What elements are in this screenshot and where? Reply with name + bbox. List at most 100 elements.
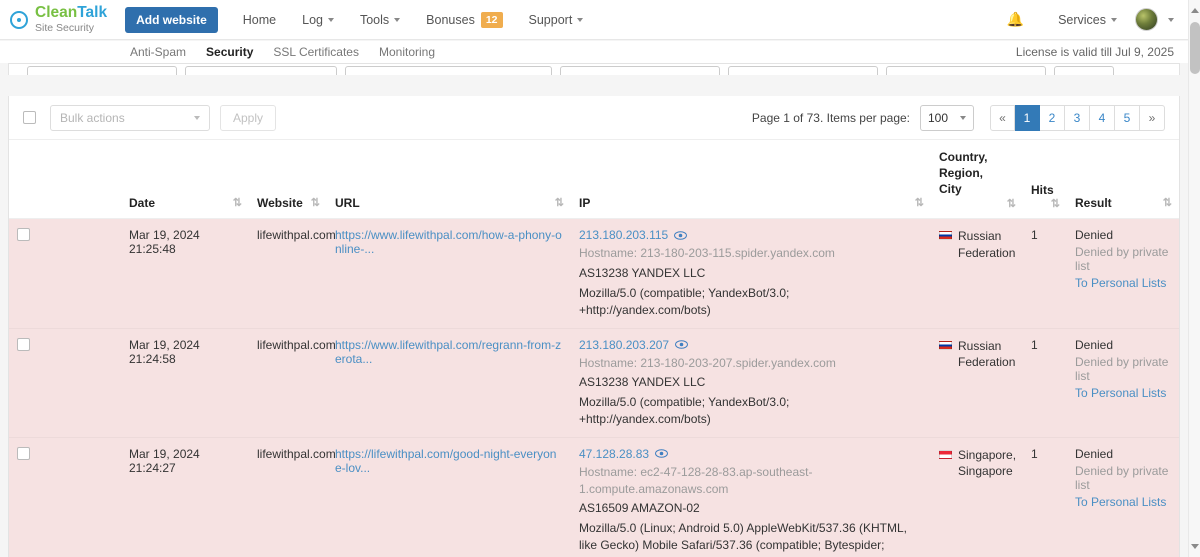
sort-icon-geo[interactable]: ⇅	[1007, 197, 1016, 210]
cell-url: https://www.lifewithpal.com/regrann-from…	[327, 328, 571, 438]
ip-asn: AS16509 AMAZON-02	[579, 501, 700, 516]
sort-icon-url[interactable]: ⇅	[555, 196, 564, 209]
sort-icon-result[interactable]: ⇅	[1163, 196, 1172, 209]
ip-link[interactable]: 213.180.203.207	[579, 338, 669, 352]
page-next-button[interactable]: »	[1140, 104, 1165, 131]
bulk-actions-select[interactable]: Bulk actions	[50, 104, 210, 131]
ip-link[interactable]: 47.128.28.83	[579, 447, 649, 461]
avatar[interactable]	[1135, 8, 1158, 31]
row-checkbox-cell	[9, 218, 121, 329]
ip-hostname: Hostname: 213-180-203-207.spider.yandex.…	[579, 355, 836, 370]
column-header-date[interactable]: Date ⇅	[121, 140, 249, 220]
page-button-2[interactable]: 2	[1040, 104, 1065, 131]
page-number-buttons: « 1 2 3 4 5 »	[990, 104, 1165, 131]
tab-security[interactable]: Security	[196, 45, 263, 59]
column-header-hits[interactable]: Hits ⇅	[1023, 140, 1067, 220]
url-link[interactable]: https://www.lifewithpal.com/how-a-phony-…	[335, 228, 562, 256]
cell-geo: Singapore, Singapore	[931, 437, 1023, 557]
row-checkbox[interactable]	[17, 337, 30, 351]
page-button-1[interactable]: 1	[1015, 104, 1040, 131]
items-per-page-value: 100	[928, 110, 949, 125]
nav-item-home[interactable]: Home	[230, 13, 289, 27]
cell-result: Denied Denied by private list To Persona…	[1067, 437, 1179, 557]
sort-icon-hits[interactable]: ⇅	[1051, 197, 1060, 210]
filter-apply-button[interactable]	[1054, 66, 1114, 75]
nav-item-tools[interactable]: Tools	[347, 13, 413, 27]
brand-logo-block[interactable]: CleanTalk Site Security	[10, 5, 107, 33]
sort-icon-ip[interactable]: ⇅	[915, 196, 924, 209]
scroll-up-arrow-icon[interactable]	[1191, 5, 1199, 13]
brand-name-clean: Clean	[35, 4, 78, 22]
page-scrollbar[interactable]	[1188, 0, 1200, 557]
chevron-down-icon	[394, 17, 401, 22]
chevron-down-icon	[194, 115, 200, 120]
select-all-checkbox[interactable]	[23, 111, 36, 124]
filter-field-result[interactable]	[886, 66, 1046, 75]
url-link[interactable]: https://lifewithpal.com/good-night-every…	[335, 447, 556, 475]
cell-geo: Russian Federation	[931, 218, 1023, 329]
url-link[interactable]: https://www.lifewithpal.com/regrann-from…	[335, 338, 561, 366]
to-personal-lists-link[interactable]: To Personal Lists	[1075, 495, 1166, 509]
page-button-4[interactable]: 4	[1090, 104, 1115, 131]
chevron-down-icon[interactable]	[1168, 17, 1174, 22]
column-header-country-label: Country,	[939, 150, 988, 164]
ip-link[interactable]: 213.180.203.115	[579, 228, 668, 242]
page-first-button[interactable]: «	[990, 104, 1015, 131]
flag-icon-ru	[939, 231, 952, 241]
eye-icon[interactable]	[675, 338, 689, 351]
column-header-website[interactable]: Website ⇅	[249, 140, 327, 220]
to-personal-lists-link[interactable]: To Personal Lists	[1075, 386, 1166, 400]
tab-monitoring[interactable]: Monitoring	[369, 45, 445, 59]
services-label: Services	[1058, 12, 1106, 27]
scroll-down-arrow-icon[interactable]	[1191, 544, 1199, 552]
nav-item-bonuses-label: Bonuses	[426, 12, 475, 27]
pagination-controls: Page 1 of 73. Items per page: 100 « 1 2 …	[752, 104, 1165, 131]
filter-field-date[interactable]	[27, 66, 177, 75]
items-per-page-select[interactable]: 100	[920, 104, 974, 131]
to-personal-lists-link[interactable]: To Personal Lists	[1075, 276, 1166, 290]
cell-hits: 1	[1023, 218, 1067, 329]
apply-button[interactable]: Apply	[220, 104, 277, 131]
tab-anti-spam[interactable]: Anti-Spam	[120, 45, 196, 59]
scrollbar-thumb[interactable]	[1190, 22, 1200, 74]
nav-item-bonuses[interactable]: Bonuses 12	[413, 11, 515, 28]
add-website-button[interactable]: Add website	[125, 6, 218, 33]
eye-icon[interactable]	[655, 447, 669, 460]
cell-ip: 47.128.28.83 Hostname: ec2-47-128-28-83.…	[571, 437, 931, 557]
sort-icon-date[interactable]: ⇅	[233, 196, 242, 209]
column-header-result[interactable]: Result ⇅	[1067, 140, 1179, 220]
filters-row-clipped	[8, 63, 1180, 75]
services-menu[interactable]: Services	[1058, 13, 1117, 27]
chevron-down-icon	[577, 17, 584, 22]
result-reason: Denied by private list	[1075, 463, 1169, 492]
column-header-url[interactable]: URL ⇅	[327, 140, 571, 220]
filter-field-ip[interactable]	[560, 66, 720, 75]
top-navigation-bar: CleanTalk Site Security Add website Home…	[0, 0, 1188, 40]
result-reason: Denied by private list	[1075, 354, 1169, 383]
sort-icon-website[interactable]: ⇅	[311, 196, 320, 209]
column-header-website-label: Website	[257, 196, 303, 211]
filter-field-country[interactable]	[728, 66, 878, 75]
eye-icon[interactable]	[674, 229, 688, 242]
security-log-panel: Bulk actions Apply Page 1 of 73. Items p…	[8, 96, 1180, 557]
cell-website: lifewithpal.com	[249, 437, 336, 557]
nav-item-support[interactable]: Support	[516, 13, 597, 27]
chevron-down-icon	[960, 115, 966, 120]
tab-ssl-certificates[interactable]: SSL Certificates	[263, 45, 369, 59]
filter-field-website[interactable]	[185, 66, 337, 75]
bell-icon[interactable]: 🔔	[1007, 11, 1024, 28]
table-row[interactable]: Mar 19, 2024 21:24:27 lifewithpal.com ht…	[9, 437, 1179, 557]
filter-field-url[interactable]	[345, 66, 552, 75]
brand-subtitle: Site Security	[35, 21, 94, 34]
row-checkbox[interactable]	[17, 228, 30, 242]
table-row[interactable]: Mar 19, 2024 21:25:48 lifewithpal.com ht…	[9, 218, 1179, 329]
result-status: Denied	[1075, 228, 1114, 243]
page-button-5[interactable]: 5	[1115, 104, 1140, 131]
nav-item-log[interactable]: Log	[289, 13, 347, 27]
row-checkbox[interactable]	[17, 446, 30, 460]
table-row[interactable]: Mar 19, 2024 21:24:58 lifewithpal.com ht…	[9, 328, 1179, 438]
column-header-ip[interactable]: IP ⇅	[571, 140, 931, 220]
column-header-country-region-city[interactable]: Country, Region, City ⇅	[931, 140, 1023, 220]
flag-icon-sg	[939, 449, 952, 459]
page-button-3[interactable]: 3	[1065, 104, 1090, 131]
